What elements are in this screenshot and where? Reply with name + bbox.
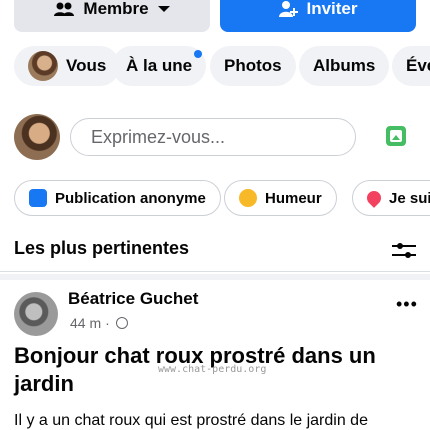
feed-header: Les plus pertinentes [0,228,430,272]
avatar [14,114,60,160]
tab-label: Albums [313,56,376,75]
post-author[interactable]: Béatrice Guchet [68,289,198,309]
group-tabs: Vous À la une Photos Albums Évé [0,44,430,88]
chip-label: Publication anonyme [55,189,206,207]
watermark: www.chat-perdu.org [158,364,267,375]
sliders-icon[interactable] [392,240,416,260]
anon-icon [29,189,47,207]
tab-photos[interactable]: Photos [210,46,296,86]
avatar [28,51,58,81]
more-icon[interactable]: ••• [396,294,418,315]
pin-icon [364,188,384,208]
mood-icon [239,189,257,207]
member-button[interactable]: Membre [14,0,210,32]
post-meta: 44 m · [70,315,128,331]
tab-events[interactable]: Évé [392,46,430,86]
chip-mood[interactable]: Humeur [224,180,337,216]
chevron-down-icon [157,6,170,12]
chip-anonymous-post[interactable]: Publication anonyme [14,180,221,216]
chip-location[interactable]: Je suis [352,180,430,216]
group-actions: Membre Inviter [0,0,430,32]
invite-label: Inviter [306,0,358,18]
photo-icon[interactable] [386,126,406,146]
tab-label: À la une [126,56,193,75]
feed-post: Béatrice Guchet 44 m · ••• Bonjour chat … [0,280,430,430]
add-person-icon [279,1,299,17]
notification-dot-icon [194,50,203,58]
tab-label: Évé [406,56,430,75]
composer-chips: Publication anonyme Humeur Je suis [0,180,430,216]
post-time[interactable]: 44 m [70,315,101,331]
section-title: Les plus pertinentes [14,238,190,258]
globe-icon [115,317,128,329]
members-icon [54,2,75,16]
invite-button[interactable]: Inviter [220,0,416,32]
avatar[interactable] [14,292,58,336]
tab-featured[interactable]: À la une [112,46,207,86]
composer-placeholder: Exprimez-vous... [91,126,226,147]
member-label: Membre [83,0,149,18]
post-body: Il y a un chat roux qui est prostré dans… [14,412,368,429]
post-composer: Exprimez-vous... [0,110,430,164]
composer-input[interactable]: Exprimez-vous... [70,118,356,156]
chip-label: Humeur [265,189,322,207]
tab-label: Vous [66,56,107,75]
tab-you[interactable]: Vous [14,46,121,86]
tab-albums[interactable]: Albums [299,46,390,86]
chip-label: Je suis [389,189,430,207]
meta-separator: · [105,315,110,331]
tab-label: Photos [224,56,282,75]
